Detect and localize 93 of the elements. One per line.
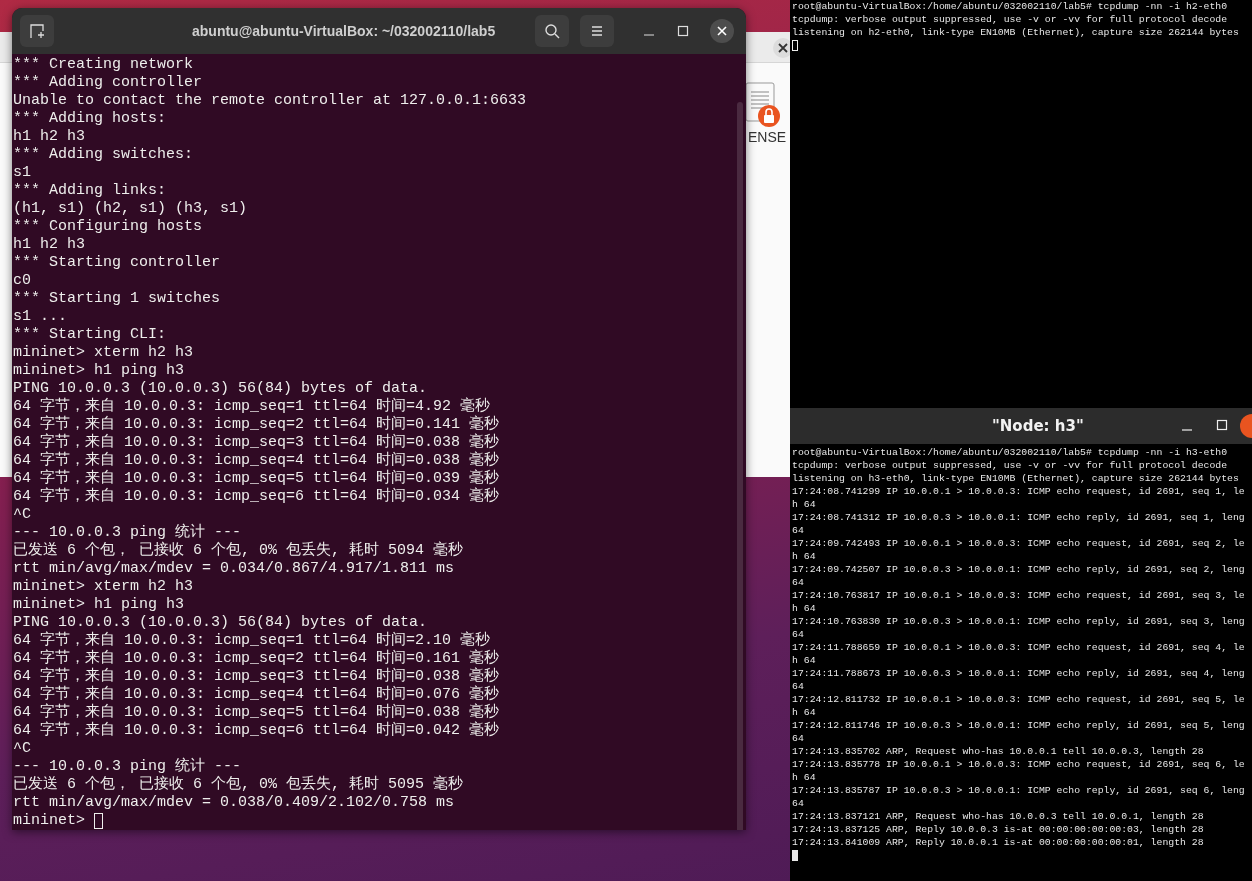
terminal-line: 已发送 6 个包， 已接收 6 个包, 0% 包丢失, 耗时 5095 毫秒 bbox=[13, 776, 464, 794]
terminal-line: h1 h2 h3 bbox=[13, 236, 85, 254]
terminal-line: 64 字节，来自 10.0.0.3: icmp_seq=6 ttl=64 时间=0.042 毫秒 bbox=[13, 722, 500, 740]
locked-document-icon[interactable] bbox=[745, 82, 781, 130]
close-icon[interactable] bbox=[710, 19, 734, 43]
terminal-line: 17:24:13.835702 ARP, Request who-has 10.0.0.1 tell 10.0.0.3, length 28 bbox=[792, 745, 1204, 758]
terminal-line: h 64 bbox=[792, 706, 816, 719]
terminal-line: 17:24:12.811732 IP 10.0.0.1 > 10.0.0.3: ICMP echo request, id 2691, seq 5, le bbox=[792, 693, 1245, 706]
terminal-line: mininet> xterm h2 h3 bbox=[13, 344, 194, 362]
terminal-line: 17:24:11.788659 IP 10.0.0.1 > 10.0.0.3: ICMP echo request, id 2691, seq 4, le bbox=[792, 641, 1245, 654]
terminal-line: --- 10.0.0.3 ping 统计 --- bbox=[13, 758, 242, 775]
terminal-line: --- 10.0.0.3 ping 统计 --- bbox=[13, 524, 242, 541]
terminal-line: 17:24:13.837121 ARP, Request who-has 10.0.0.3 tell 10.0.0.1, length 28 bbox=[792, 810, 1204, 823]
terminal-line: root@abuntu-VirtualBox:/home/abuntu/032002110/lab5# tcpdump -nn -i h2-eth0 bbox=[792, 0, 1228, 13]
terminal-line: mininet> xterm h2 h3 bbox=[13, 578, 194, 596]
terminal-line: 17:24:09.742493 IP 10.0.0.1 > 10.0.0.3: ICMP echo request, id 2691, seq 2, le bbox=[792, 537, 1245, 550]
terminal-line: mininet> bbox=[13, 812, 85, 830]
terminal-line: s1 bbox=[13, 164, 31, 182]
terminal-line: 17:24:10.763830 IP 10.0.0.3 > 10.0.0.1: ICMP echo reply, id 2691, seq 3, leng bbox=[792, 615, 1245, 628]
terminal-line: h 64 bbox=[792, 550, 816, 563]
menu-button[interactable] bbox=[580, 15, 614, 47]
terminal-line: 64 字节，来自 10.0.0.3: icmp_seq=4 ttl=64 时间=0.038 毫秒 bbox=[13, 452, 500, 469]
terminal-line: 17:24:08.741299 IP 10.0.0.1 > 10.0.0.3: ICMP echo request, id 2691, seq 1, le bbox=[792, 485, 1245, 498]
terminal-line: *** Starting 1 switches bbox=[13, 290, 221, 308]
terminal-line: 17:24:13.835778 IP 10.0.0.1 > 10.0.0.3: ICMP echo request, id 2691, seq 6, le bbox=[792, 758, 1245, 771]
terminal-line: h 64 bbox=[792, 654, 816, 667]
terminal-line: mininet> h1 ping h3 bbox=[13, 362, 185, 380]
text-cursor bbox=[792, 40, 798, 51]
window-title: abuntu@abuntu-VirtualBox: ~/032002110/lab5 bbox=[192, 23, 496, 39]
terminal-line: 17:24:09.742507 IP 10.0.0.3 > 10.0.0.1: ICMP echo reply, id 2691, seq 2, leng bbox=[792, 563, 1245, 576]
terminal-line: Unable to contact the remote controller at 127.0.0.1:6633 bbox=[13, 92, 527, 110]
terminal-line: ^C bbox=[13, 740, 31, 758]
new-tab-icon bbox=[29, 23, 45, 39]
terminal-line: PING 10.0.0.3 (10.0.0.3) 56(84) bytes of data. bbox=[13, 380, 428, 397]
terminal-line: ^C bbox=[13, 506, 31, 524]
terminal-line: 64 bbox=[792, 732, 804, 745]
terminal-line: 17:24:13.841009 ARP, Reply 10.0.0.1 is-at 00:00:00:00:00:01, length 28 bbox=[792, 836, 1204, 849]
terminal-line: 64 字节，来自 10.0.0.3: icmp_seq=6 ttl=64 时间=0.034 毫秒 bbox=[13, 488, 500, 506]
terminal-line: 64 字节，来自 10.0.0.3: icmp_seq=1 ttl=64 时间=2.10 毫秒 bbox=[13, 632, 491, 649]
terminal-line: listening on h3-eth0, link-type EN10MB (Ethernet), capture size 262144 bytes bbox=[792, 472, 1239, 485]
terminal-line: 64 bbox=[792, 524, 804, 537]
maximize-icon[interactable] bbox=[677, 25, 689, 37]
text-cursor bbox=[94, 813, 103, 829]
terminal-line: *** Adding controller bbox=[13, 74, 203, 92]
terminal-line: s1 ... bbox=[13, 308, 67, 326]
terminal-line: 64 字节，来自 10.0.0.3: icmp_seq=2 ttl=64 时间=0.161 毫秒 bbox=[13, 650, 500, 667]
maximize-icon[interactable] bbox=[1216, 419, 1228, 431]
terminal-line: *** Configuring hosts bbox=[13, 218, 203, 236]
terminal-line: 64 字节，来自 10.0.0.3: icmp_seq=5 ttl=64 时间=0.039 毫秒 bbox=[13, 470, 500, 487]
terminal-line: mininet> h1 ping h3 bbox=[13, 596, 185, 614]
terminal-line: h 64 bbox=[792, 498, 816, 511]
terminal-line: 17:24:10.763817 IP 10.0.0.1 > 10.0.0.3: ICMP echo request, id 2691, seq 3, le bbox=[792, 589, 1245, 602]
terminal-line: *** Adding links: bbox=[13, 182, 167, 200]
search-button[interactable] bbox=[535, 15, 569, 47]
terminal-line: h 64 bbox=[792, 771, 816, 784]
terminal-line: root@abuntu-VirtualBox:/home/abuntu/032002110/lab5# tcpdump -nn -i h3-eth0 bbox=[792, 446, 1228, 459]
search-icon bbox=[544, 23, 560, 39]
terminal-line: *** Adding switches: bbox=[13, 146, 194, 164]
terminal-line: *** Creating network bbox=[13, 56, 194, 74]
terminal-line: *** Starting controller bbox=[13, 254, 221, 272]
text-cursor bbox=[792, 850, 798, 861]
terminal-line: 17:24:11.788673 IP 10.0.0.3 > 10.0.0.1: ICMP echo reply, id 2691, seq 4, leng bbox=[792, 667, 1245, 680]
terminal-line: *** Adding hosts: bbox=[13, 110, 167, 128]
terminal-line: 64 字节，来自 10.0.0.3: icmp_seq=2 ttl=64 时间=0.141 毫秒 bbox=[13, 416, 500, 433]
terminal-line: 17:24:08.741312 IP 10.0.0.3 > 10.0.0.1: ICMP echo reply, id 2691, seq 1, leng bbox=[792, 511, 1245, 524]
terminal-line: rtt min/avg/max/mdev = 0.038/0.409/2.102/0.758 ms bbox=[13, 794, 455, 812]
terminal-line: rtt min/avg/max/mdev = 0.034/0.867/4.917/1.811 ms bbox=[13, 560, 455, 578]
menu-icon bbox=[589, 23, 605, 39]
terminal-line: 17:24:13.835787 IP 10.0.0.3 > 10.0.0.1: ICMP echo reply, id 2691, seq 6, leng bbox=[792, 784, 1245, 797]
terminal-line: 64 字节，来自 10.0.0.3: icmp_seq=5 ttl=64 时间=0.038 毫秒 bbox=[13, 704, 500, 721]
terminal-line: 64 字节，来自 10.0.0.3: icmp_seq=3 ttl=64 时间=0.038 毫秒 bbox=[13, 434, 500, 451]
terminal-line: 64 bbox=[792, 576, 804, 589]
terminal-line: PING 10.0.0.3 (10.0.0.3) 56(84) bytes of data. bbox=[13, 614, 428, 631]
terminal-line: (h1, s1) (h2, s1) (h3, s1) bbox=[13, 200, 248, 218]
terminal-line: 64 bbox=[792, 628, 804, 641]
terminal-line: *** Starting CLI: bbox=[13, 326, 167, 344]
terminal-line: tcpdump: verbose output suppressed, use -v or -vv for full protocol decode bbox=[792, 13, 1228, 26]
terminal-line: 64 字节，来自 10.0.0.3: icmp_seq=1 ttl=64 时间=4.92 毫秒 bbox=[13, 398, 491, 415]
file-label: ENSE bbox=[748, 129, 787, 145]
terminal-line: 已发送 6 个包， 已接收 6 个包, 0% 包丢失, 耗时 5094 毫秒 bbox=[13, 542, 464, 560]
terminal-line: h 64 bbox=[792, 602, 816, 615]
terminal-line: 64 字节，来自 10.0.0.3: icmp_seq=4 ttl=64 时间=0.076 毫秒 bbox=[13, 686, 500, 703]
terminal-line: h1 h2 h3 bbox=[13, 128, 85, 146]
terminal-line: listening on h2-eth0, link-type EN10MB (Ethernet), capture size 262144 bytes bbox=[792, 26, 1239, 39]
terminal-line: 17:24:13.837125 ARP, Reply 10.0.0.3 is-at 00:00:00:00:00:03, length 28 bbox=[792, 823, 1204, 836]
terminal-line: tcpdump: verbose output suppressed, use -v or -vv for full protocol decode bbox=[792, 459, 1228, 472]
terminal-line: 64 bbox=[792, 680, 804, 693]
terminal-line: 17:24:12.811746 IP 10.0.0.3 > 10.0.0.1: ICMP echo reply, id 2691, seq 5, leng bbox=[792, 719, 1245, 732]
terminal-line: 64 bbox=[792, 797, 804, 810]
window-title: "Node: h3" bbox=[992, 417, 1084, 435]
terminal-line: c0 bbox=[13, 272, 31, 290]
terminal-line: 64 字节，来自 10.0.0.3: icmp_seq=3 ttl=64 时间=0.038 毫秒 bbox=[13, 668, 500, 685]
new-tab-button[interactable] bbox=[20, 15, 54, 47]
